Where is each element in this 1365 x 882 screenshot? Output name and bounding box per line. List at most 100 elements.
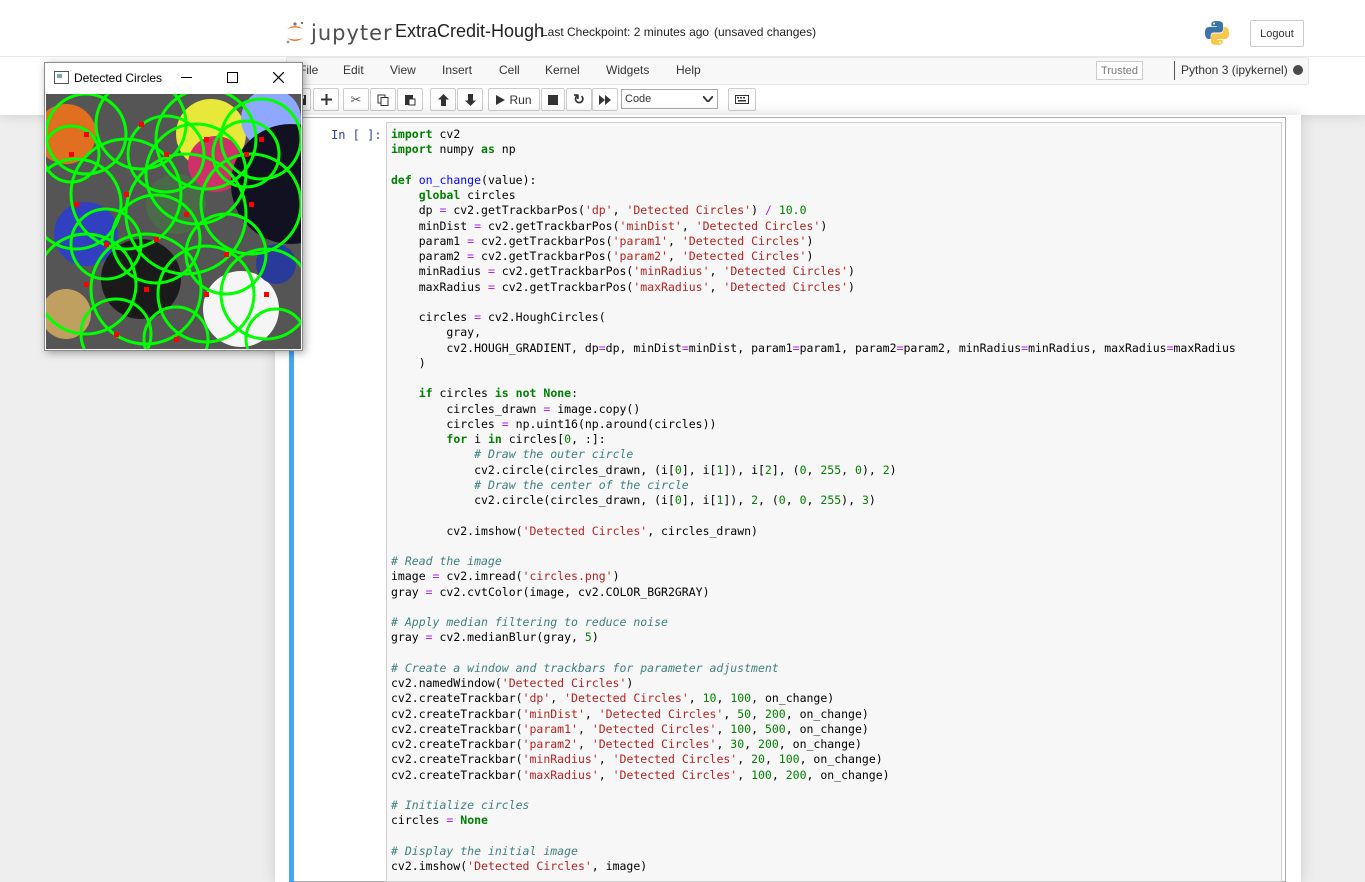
window-title-bar[interactable]: Detected Circles: [45, 63, 302, 93]
code-line: param1 = cv2.getTrackbarPos('param1', 'D…: [391, 233, 814, 248]
menu-edit[interactable]: Edit: [343, 63, 364, 77]
code-line: # Apply median filtering to reduce noise: [391, 615, 668, 629]
copy-icon: [377, 94, 389, 106]
insert-cell-button[interactable]: [313, 88, 339, 111]
input-prompt: In [ ]:: [331, 128, 382, 142]
notebook-name[interactable]: ExtraCredit-Hough: [395, 21, 544, 42]
run-button[interactable]: Run: [488, 88, 540, 111]
menu-help[interactable]: Help: [676, 63, 701, 77]
code-line: cv2.namedWindow('Detected Circles'): [391, 676, 634, 690]
restart-button[interactable]: ↻: [566, 88, 592, 111]
checkpoint-status: Last Checkpoint: 2 minutes ago: [541, 25, 710, 39]
paste-icon: [405, 94, 416, 105]
cell-type-select[interactable]: Code: [621, 89, 718, 109]
code-line: def on_change(value):: [391, 172, 537, 187]
move-up-button[interactable]: [430, 88, 456, 111]
paste-button[interactable]: [397, 88, 423, 111]
code-line: import numpy as np: [391, 142, 516, 157]
code-line: import cv2: [391, 127, 461, 141]
code-line: gray = cv2.medianBlur(gray, 5): [391, 630, 599, 645]
code-line: ​: [391, 600, 1236, 615]
menu-kernel[interactable]: Kernel: [545, 63, 580, 77]
code-line: cv2.imshow('Detected Circles', circles_d…: [391, 523, 758, 538]
code-line: param2 = cv2.getTrackbarPos('param2', 'D…: [391, 249, 814, 263]
code-line: # Draw the center of the circle: [474, 477, 689, 492]
menu-widgets[interactable]: Widgets: [606, 63, 649, 77]
logout-button[interactable]: Logout: [1250, 20, 1304, 47]
interrupt-button[interactable]: [541, 88, 565, 111]
close-button[interactable]: [268, 67, 288, 87]
kernel-name[interactable]: Python 3 (ipykernel): [1181, 63, 1288, 77]
detected-circles-image: [46, 94, 301, 349]
header-top: jupyter ExtraCredit-Hough Last Checkpoin…: [0, 0, 1365, 57]
restart-run-all-button[interactable]: [592, 88, 618, 111]
code-line: # Initialize circles: [391, 798, 530, 812]
kernel-separator: [1174, 61, 1175, 80]
close-icon: [272, 71, 284, 83]
menu-insert[interactable]: Insert: [442, 63, 472, 77]
code-line: cv2.circle(circles_drawn, (i[0], i[1]), …: [391, 493, 876, 507]
cell-type-value: Code: [625, 93, 652, 105]
minimize-button[interactable]: [176, 67, 196, 87]
code-line: cv2.createTrackbar('param1', 'Detected C…: [391, 721, 869, 736]
trusted-indicator[interactable]: Trusted: [1096, 61, 1143, 80]
code-line: ): [391, 355, 426, 370]
code-line: circles = None: [391, 813, 488, 828]
jupyter-logo-icon: [286, 21, 304, 44]
code-line: cv2.createTrackbar('param2', 'Detected C…: [391, 737, 862, 751]
move-down-button[interactable]: [457, 88, 483, 111]
code-line: cv2.createTrackbar('dp', 'Detected Circl…: [391, 691, 835, 706]
maximize-button[interactable]: [222, 67, 242, 87]
copy-button[interactable]: [370, 88, 396, 111]
detected-circles-window[interactable]: Detected Circles: [44, 62, 303, 351]
menu-view[interactable]: View: [390, 63, 416, 77]
play-icon: [496, 94, 506, 105]
menubar: File Edit View Insert Cell Kernel Widget…: [286, 57, 1309, 85]
code-line: # Display the initial image: [391, 843, 578, 858]
code-line: global circles: [418, 188, 516, 202]
code-line: # Read the image: [391, 554, 502, 568]
cut-button[interactable]: ✂: [343, 88, 369, 111]
code-line: ​: [391, 646, 1236, 661]
jupyter-logo[interactable]: jupyter: [285, 18, 393, 48]
code-line: for i in circles[0, :]:: [446, 432, 606, 446]
plus-icon: [320, 94, 332, 105]
window-app-icon: [54, 71, 69, 84]
code-line: cv2.createTrackbar('minDist', 'Detected …: [391, 706, 869, 721]
arrow-down-icon: [464, 93, 476, 106]
run-label: Run: [509, 92, 532, 107]
menu-cell[interactable]: Cell: [499, 63, 520, 77]
code-line: dp = cv2.getTrackbarPos('dp', 'Detected …: [391, 203, 807, 218]
code-line: ​: [391, 829, 1236, 844]
code-line: ​: [391, 295, 1236, 310]
logo-text: jupyter: [311, 21, 393, 45]
code-line: gray = cv2.cvtColor(image, cv2.COLOR_BGR…: [391, 584, 710, 599]
python-logo-icon: [1205, 21, 1229, 45]
code-line: cv2.circle(circles_drawn, (i[0], i[1]), …: [391, 462, 897, 477]
code-line: cv2.HOUGH_GRADIENT, dp=dp, minDist=minDi…: [391, 340, 1236, 355]
code-line: maxRadius = cv2.getTrackbarPos('maxRadiu…: [391, 279, 855, 294]
code-text[interactable]: import cv2import numpy as np ​ def on_chan…: [391, 127, 1236, 874]
code-line: cv2.createTrackbar('minRadius', 'Detecte…: [391, 752, 883, 767]
refresh-icon: ↻: [573, 91, 585, 107]
chevron-down-icon: [703, 96, 713, 102]
code-line: gray,: [391, 325, 482, 340]
command-palette-button[interactable]: [728, 88, 756, 111]
code-line: cv2.createTrackbar('maxRadius', 'Detecte…: [391, 767, 890, 782]
code-line: ​: [391, 783, 1236, 798]
code-line: ​: [391, 539, 1236, 554]
code-line: image = cv2.imread('circles.png'): [391, 569, 620, 584]
code-line: circles = cv2.HoughCircles(: [391, 310, 606, 324]
code-line: # Draw the outer circle: [474, 447, 634, 462]
code-line: ​: [391, 371, 1236, 386]
code-line: minDist = cv2.getTrackbarPos('minDist', …: [391, 218, 828, 233]
code-line: minRadius = cv2.getTrackbarPos('minRadiu…: [391, 264, 855, 279]
stop-icon: [548, 94, 558, 105]
kernel-status-icon: [1293, 65, 1303, 75]
circles-image-svg: [46, 94, 301, 349]
fast-forward-icon: [599, 94, 611, 105]
maximize-icon: [226, 71, 238, 83]
code-line: ​: [391, 508, 1236, 523]
code-line: # Create a window and trackbars for para…: [391, 660, 779, 675]
code-line: circles_drawn = image.copy(): [391, 401, 641, 416]
